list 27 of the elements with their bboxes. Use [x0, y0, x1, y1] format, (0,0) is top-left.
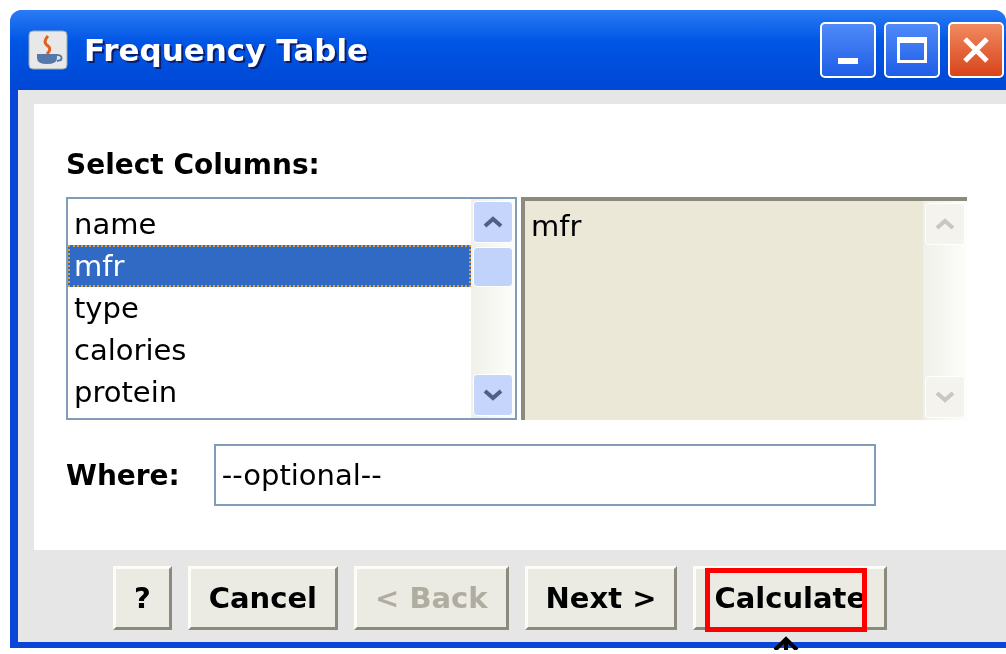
- scroll-down-button[interactable]: [473, 374, 513, 416]
- dialog-button[interactable]: ?: [112, 566, 172, 630]
- list-item[interactable]: mfr: [68, 245, 471, 287]
- chevron-up-icon: [483, 216, 503, 228]
- coffee-cup-icon: [28, 30, 68, 70]
- dialog-button[interactable]: Next >: [524, 566, 678, 630]
- maximize-button[interactable]: [884, 22, 940, 78]
- scroll-thumb[interactable]: [473, 247, 513, 287]
- close-icon: [961, 35, 991, 65]
- select-columns-label: Select Columns:: [66, 148, 321, 181]
- where-field[interactable]: --optional--: [213, 444, 876, 506]
- list-item[interactable]: name: [68, 203, 471, 245]
- scroll-up-button[interactable]: [473, 201, 513, 243]
- minimize-button[interactable]: [820, 22, 876, 78]
- close-button[interactable]: [948, 22, 1004, 78]
- chevron-down-icon: [483, 389, 503, 401]
- columns-list[interactable]: name mfr type calories protein: [66, 197, 517, 420]
- window-title: Frequency Table: [84, 32, 369, 68]
- list-item[interactable]: protein: [68, 371, 471, 413]
- selected-columns-list[interactable]: mfr: [521, 197, 967, 420]
- chevron-down-icon: [935, 391, 955, 403]
- list-item[interactable]: mfr: [525, 205, 923, 247]
- list-item[interactable]: calories: [68, 329, 471, 371]
- list-item[interactable]: type: [68, 287, 471, 329]
- chevron-up-icon: [935, 218, 955, 230]
- dialog-button[interactable]: Cancel: [187, 566, 338, 630]
- where-label: Where:: [66, 458, 180, 492]
